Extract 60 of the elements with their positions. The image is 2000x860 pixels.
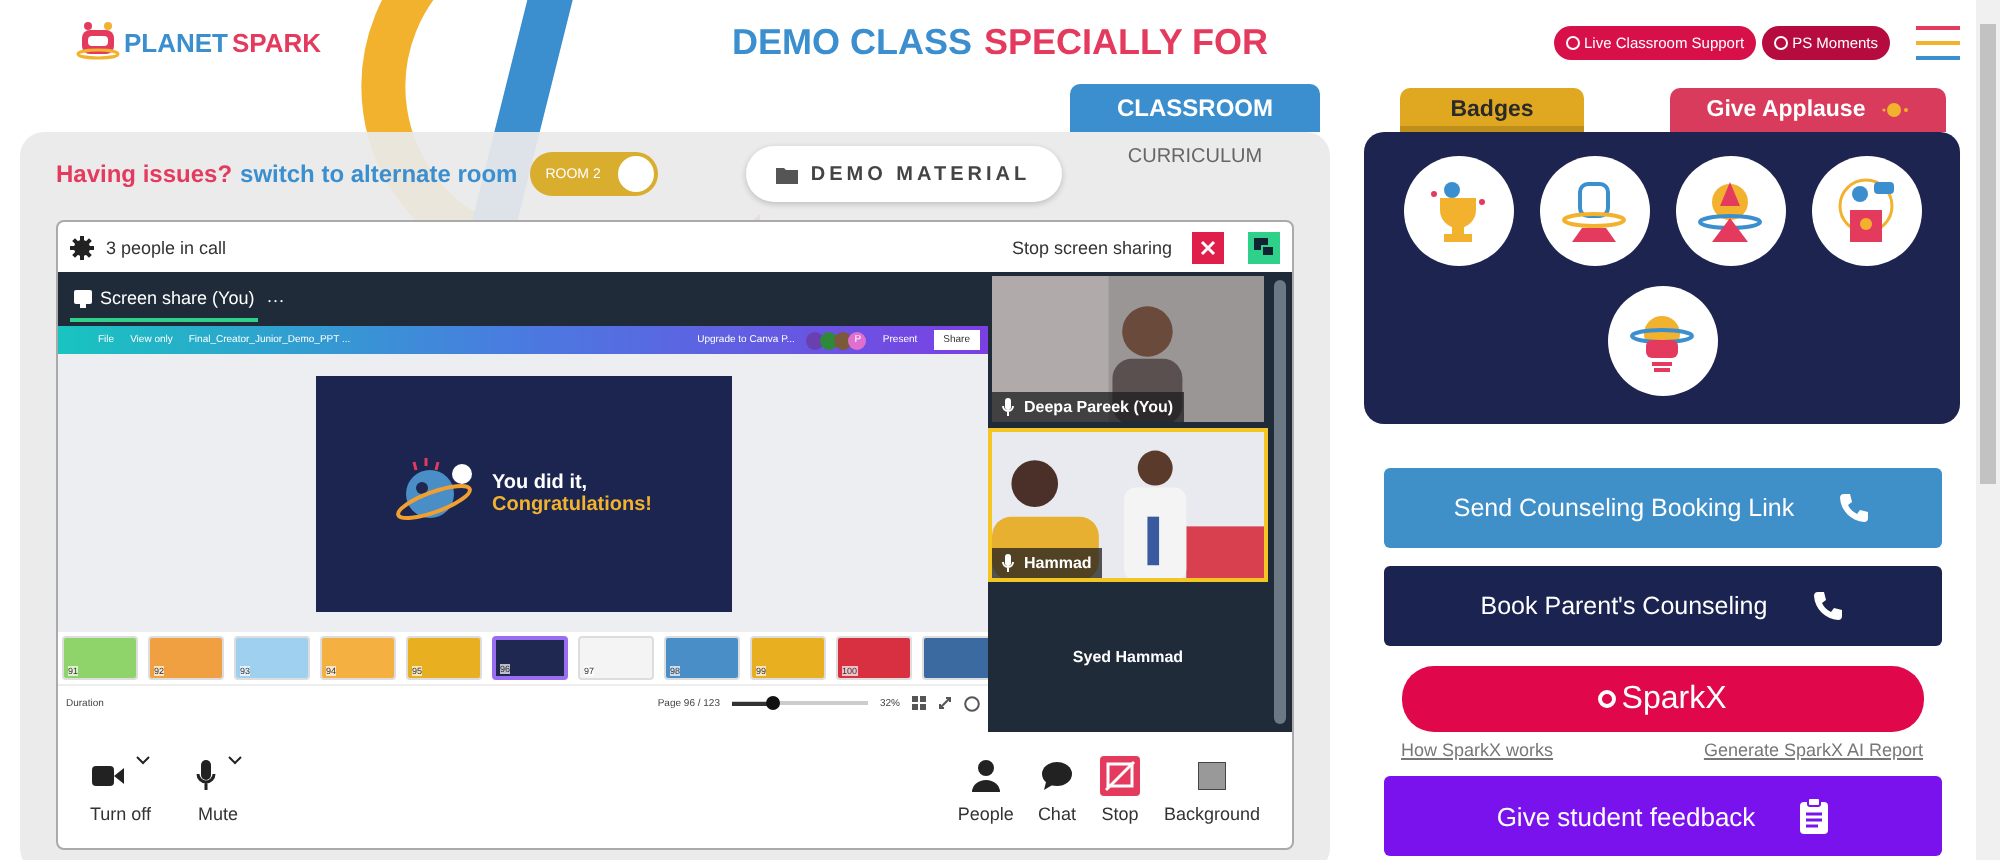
- call-control-button[interactable]: Turn off: [82, 756, 160, 824]
- grid-icon[interactable]: [912, 696, 926, 710]
- badge-tab[interactable]: Give Applause: [1670, 88, 1946, 132]
- slide-thumbnail[interactable]: [922, 636, 988, 680]
- settings-icon[interactable]: [70, 235, 94, 259]
- call-control-button[interactable]: Background: [1155, 756, 1268, 824]
- call-control-button[interactable]: Stop: [1091, 756, 1148, 824]
- phone-icon: [1811, 590, 1844, 622]
- view-tab[interactable]: CURRICULUM: [1070, 132, 1320, 180]
- sparkx-link[interactable]: How SparkX works: [1401, 740, 1554, 760]
- page-scrollbar[interactable]: [1976, 0, 2000, 860]
- counseling-button[interactable]: Book Parent's Counseling: [1383, 566, 1941, 646]
- microphone-icon: [195, 760, 216, 792]
- chat-icon: [1041, 762, 1072, 790]
- screen-share-icon: [74, 289, 92, 307]
- people-count: 3 people in call: [106, 237, 227, 257]
- slide-heading: You did it,: [492, 471, 590, 493]
- stop-share-icon: [1099, 756, 1140, 796]
- layout-button[interactable]: [1248, 231, 1280, 263]
- menu-icon[interactable]: [1916, 25, 1960, 59]
- logo-text: PLANET: [124, 27, 228, 57]
- scrollbar[interactable]: [1274, 280, 1286, 724]
- help-icon[interactable]: [964, 695, 980, 711]
- phone-icon: [1838, 492, 1871, 524]
- counseling-button[interactable]: Send Counseling Booking Link: [1383, 468, 1941, 548]
- folder-icon: [776, 165, 799, 183]
- issues-text: Having issues?: [56, 160, 233, 188]
- logo-text: SPARK: [232, 27, 322, 57]
- call-control-button[interactable]: Mute: [187, 756, 250, 824]
- badge-tab[interactable]: Badges: [1400, 88, 1584, 132]
- robot-logo-icon: [76, 20, 120, 64]
- person-icon: [971, 760, 1000, 792]
- sparkx-link[interactable]: Generate SparkX AI Report: [1703, 740, 1923, 760]
- feedback-button[interactable]: Give student feedback: [1383, 776, 1941, 856]
- participant-name: Deepa Pareek (You): [992, 392, 1184, 422]
- close-button[interactable]: [1192, 231, 1224, 263]
- microphone-icon: [1002, 398, 1014, 416]
- clipboard-icon: [1799, 798, 1828, 834]
- screen-share-tab[interactable]: Screen share (You): [70, 276, 259, 322]
- page-title: DEMO CLASS: [732, 21, 973, 63]
- call-control-button[interactable]: Chat: [1029, 756, 1084, 824]
- sparkx-button[interactable]: SparkX: [1401, 666, 1923, 732]
- more-options[interactable]: ···: [266, 289, 285, 309]
- participant-name: Hammad: [992, 548, 1102, 578]
- view-tab[interactable]: CLASSROOM: [1070, 84, 1320, 132]
- background-icon: [1197, 762, 1226, 790]
- overlapping-windows-icon: [1254, 238, 1274, 256]
- microphone-icon: [1002, 554, 1014, 572]
- caret-icon[interactable]: [227, 756, 242, 766]
- caret-icon[interactable]: [135, 756, 150, 766]
- camera-icon: [91, 766, 124, 786]
- demo-material-button[interactable]: DEMO MATERIAL: [745, 146, 1062, 202]
- expand-icon[interactable]: [938, 696, 952, 710]
- close-icon: [1200, 239, 1216, 255]
- stop-sharing-label: Stop screen sharing: [1011, 237, 1172, 257]
- slide-heading: Congratulations!: [492, 493, 652, 515]
- participant-name: Syed Hammad: [1072, 648, 1184, 666]
- call-control-button[interactable]: People: [949, 756, 1022, 824]
- clap-icon: [1881, 102, 1910, 118]
- page-title: SPECIALLY FOR: [984, 21, 1269, 63]
